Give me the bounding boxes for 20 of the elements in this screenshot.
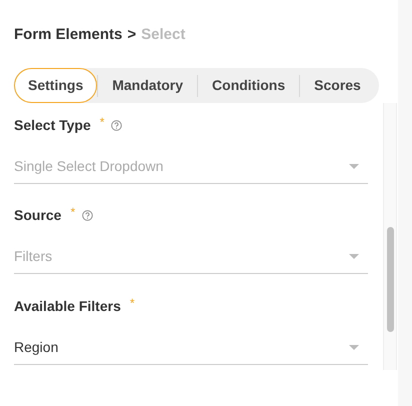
breadcrumb-link[interactable]: Form Elements [14, 24, 122, 68]
field-label: Source [14, 206, 62, 224]
caret-icon [349, 345, 359, 350]
breadcrumb-separator: > [127, 25, 136, 45]
select-field[interactable]: Region [14, 331, 368, 365]
tab[interactable]: Mandatory [98, 68, 198, 103]
required-mark: * [70, 204, 76, 221]
required-mark: * [130, 295, 135, 312]
field-label: Available Filters [14, 296, 121, 316]
tab[interactable]: Conditions [198, 68, 300, 103]
field-label: Select Type [14, 116, 91, 135]
caret-icon [349, 164, 359, 169]
scrollbar-thumb[interactable] [387, 227, 394, 332]
breadcrumb-current: Select [141, 25, 186, 45]
tab[interactable]: Settings [14, 68, 98, 103]
help-icon[interactable] [82, 210, 94, 220]
required-mark: * [100, 114, 104, 131]
help-icon[interactable] [111, 120, 122, 130]
caret-icon [349, 254, 359, 259]
tab[interactable]: Scores [300, 68, 375, 103]
